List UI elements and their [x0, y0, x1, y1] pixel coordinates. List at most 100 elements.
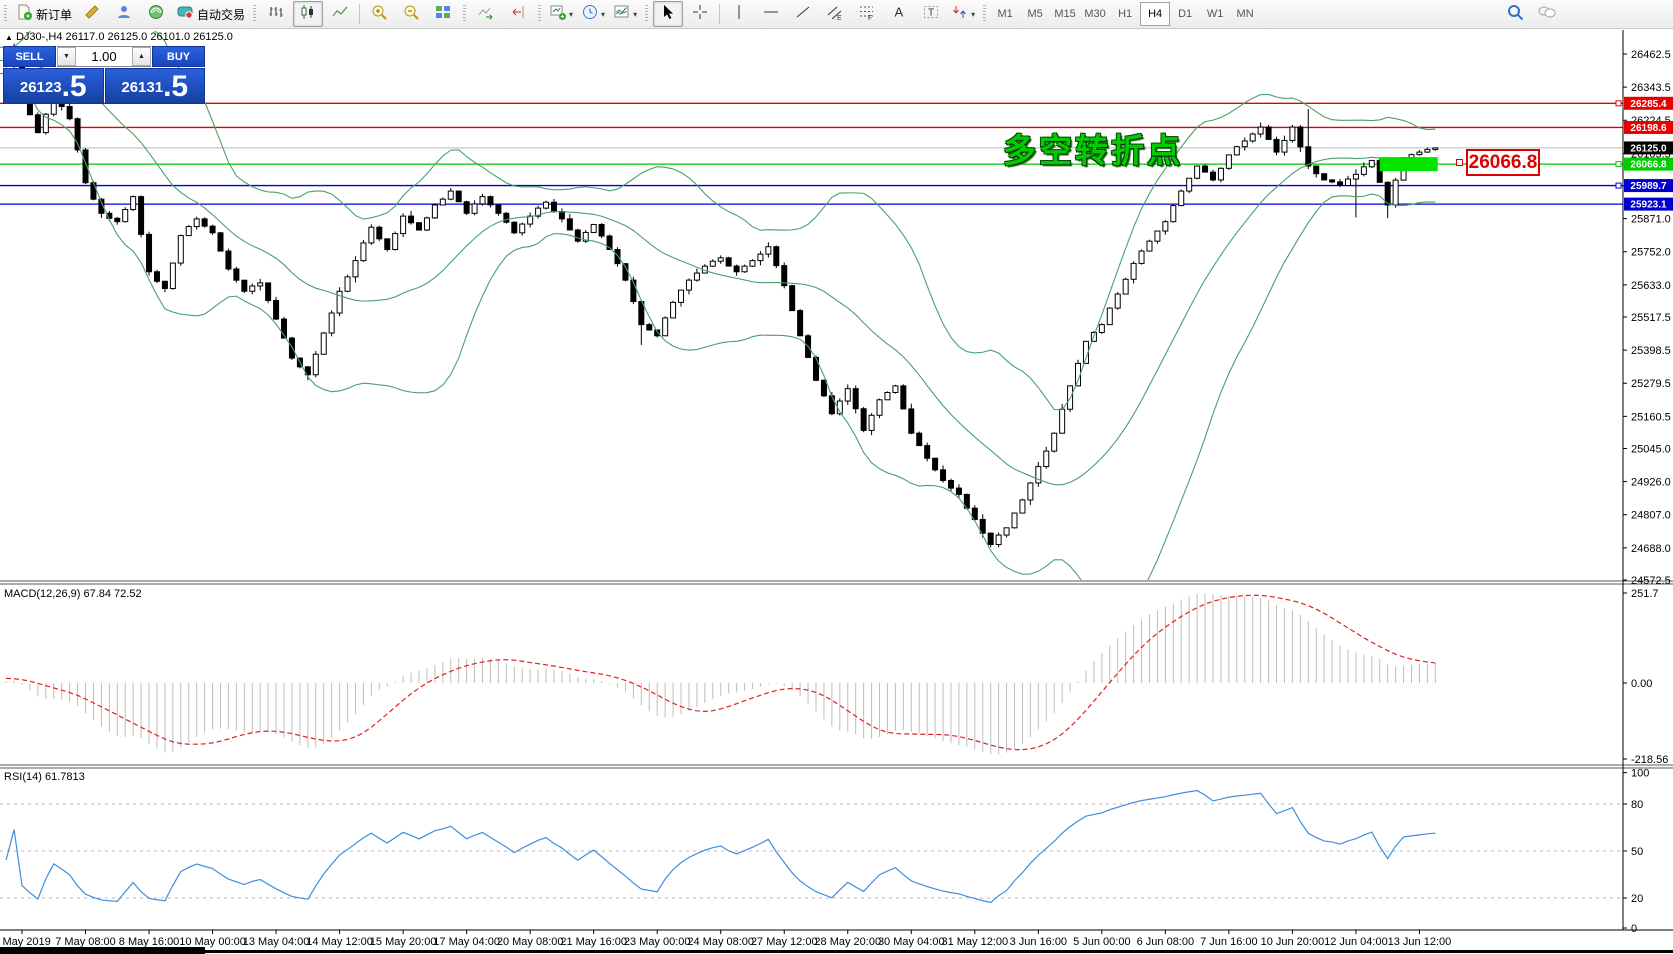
zoom-in-button[interactable] — [364, 1, 394, 27]
community-icon — [115, 3, 133, 26]
bottom-edge-chip — [0, 947, 205, 954]
svg-text:E: E — [837, 15, 842, 21]
svg-text:26343.5: 26343.5 — [1631, 82, 1671, 94]
fibonacci-icon: F — [858, 3, 876, 26]
svg-text:31 May 12:00: 31 May 12:00 — [941, 936, 1008, 948]
price-callout-anchor[interactable] — [1456, 159, 1463, 166]
arrows-dropdown[interactable]: ▾ — [948, 1, 978, 27]
indicators-dropdown[interactable]: ▾ — [610, 1, 640, 27]
svg-text:21 May 16:00: 21 May 16:00 — [560, 936, 627, 948]
toolbar-grip[interactable] — [4, 5, 7, 23]
svg-text:A: A — [895, 4, 904, 19]
chat-icon — [1537, 3, 1557, 26]
turning-point-annotation[interactable]: 多空转折点 — [1003, 124, 1183, 172]
community-button[interactable] — [109, 1, 139, 27]
svg-text:F: F — [868, 15, 872, 21]
search-button[interactable] — [1500, 1, 1530, 27]
volume-increase-button[interactable]: ▲ — [132, 47, 151, 66]
text-icon: A — [890, 3, 908, 26]
arrows-icon — [951, 3, 969, 26]
cursor-tool-button[interactable] — [653, 1, 683, 27]
sell-button[interactable]: SELL — [3, 46, 56, 67]
new-order-button[interactable]: 新订单 — [12, 1, 75, 27]
svg-text:26198.6: 26198.6 — [1630, 123, 1667, 134]
channel-icon: E — [826, 3, 844, 26]
period-dropdown[interactable]: ▾ — [578, 1, 608, 27]
zoom-out-button[interactable] — [396, 1, 426, 27]
svg-text:24926.0: 24926.0 — [1631, 477, 1671, 489]
alerts-icon — [83, 3, 101, 26]
chart-shift-button[interactable] — [503, 1, 533, 27]
one-click-trading-panel: SELL ▼ ▲ BUY 26123 .5 26131 .5 — [3, 46, 205, 104]
macd-indicator-label: MACD(12,26,9) 67.84 72.52 — [4, 588, 142, 600]
svg-text:24807.0: 24807.0 — [1631, 510, 1671, 522]
line-chart-button[interactable] — [325, 1, 355, 27]
svg-text:6 Jun 08:00: 6 Jun 08:00 — [1137, 936, 1195, 948]
trendline-tool[interactable] — [788, 1, 818, 27]
auto-trading-button[interactable]: 自动交易 — [173, 1, 248, 27]
symbol-ohlc-values: 26117.0 26125.0 26101.0 26125.0 — [66, 31, 233, 43]
volume-decrease-button[interactable]: ▼ — [57, 47, 76, 66]
svg-text:17 May 04:00: 17 May 04:00 — [433, 936, 500, 948]
svg-text:12 Jun 04:00: 12 Jun 04:00 — [1324, 936, 1388, 948]
rsi-indicator-label: RSI(14) 61.7813 — [4, 771, 85, 783]
main-toolbar: 新订单 自动交易 ▾ ▾ ▾ E F A T — [0, 0, 1673, 29]
channel-tool[interactable]: E — [820, 1, 850, 27]
fibonacci-tool[interactable]: F — [852, 1, 882, 27]
alerts-button[interactable] — [77, 1, 107, 27]
auto-scroll-button[interactable] — [471, 1, 501, 27]
symbol-ohlc-header: ▲ DJ30-,H4 26117.0 26125.0 26101.0 26125… — [5, 31, 233, 43]
new-chart-dropdown[interactable]: ▾ — [546, 1, 576, 27]
toolbar-grip[interactable] — [463, 5, 466, 23]
chart-canvas[interactable]: 26462.526343.526224.526105.525988.025871… — [0, 0, 1673, 954]
toolbar-grip[interactable] — [645, 5, 648, 23]
vertical-line-tool[interactable] — [724, 1, 754, 27]
new-chart-icon — [549, 3, 567, 26]
timeframe-button-m5[interactable]: M5 — [1020, 2, 1050, 26]
green-highlight-zone[interactable] — [1380, 157, 1438, 171]
toolbar-grip[interactable] — [983, 5, 986, 23]
toolbar-grip[interactable] — [538, 5, 541, 23]
volume-input[interactable] — [76, 47, 132, 66]
chevron-down-icon: ▾ — [971, 10, 975, 19]
svg-text:25517.5: 25517.5 — [1631, 312, 1671, 324]
timeframe-button-h4[interactable]: H4 — [1140, 2, 1170, 26]
symbol-marker-icon: ▲ — [5, 33, 13, 42]
chevron-down-icon: ▾ — [601, 10, 605, 19]
timeframe-button-mn[interactable]: MN — [1230, 2, 1260, 26]
svg-text:100: 100 — [1631, 768, 1649, 780]
chat-button[interactable] — [1532, 1, 1562, 27]
svg-text:26462.5: 26462.5 — [1631, 49, 1671, 61]
sell-price-display[interactable]: 26123 .5 — [3, 68, 104, 104]
buy-button[interactable]: BUY — [152, 46, 205, 67]
search-icon — [1506, 3, 1524, 26]
toolbar-grip[interactable] — [253, 5, 256, 23]
vertical-line-icon — [730, 3, 748, 26]
price-callout-label[interactable]: 26066.8 — [1466, 149, 1540, 176]
zoom-out-icon — [402, 3, 420, 26]
tile-windows-icon — [434, 3, 452, 26]
timeframe-button-d1[interactable]: D1 — [1170, 2, 1200, 26]
timeframe-button-m1[interactable]: M1 — [990, 2, 1020, 26]
symbol-name: DJ30-,H4 — [16, 31, 62, 43]
svg-text:T: T — [928, 7, 934, 18]
svg-text:26125.0: 26125.0 — [1630, 143, 1667, 154]
timeframe-button-m30[interactable]: M30 — [1080, 2, 1110, 26]
candlestick-chart-button[interactable] — [293, 1, 323, 27]
text-label-tool[interactable]: T — [916, 1, 946, 27]
timeframe-button-m15[interactable]: M15 — [1050, 2, 1080, 26]
svg-text:25923.1: 25923.1 — [1630, 200, 1667, 211]
svg-text:23 May 00:00: 23 May 00:00 — [624, 936, 691, 948]
buy-price-display[interactable]: 26131 .5 — [105, 68, 206, 104]
bar-chart-button[interactable] — [261, 1, 291, 27]
timeframe-button-h1[interactable]: H1 — [1110, 2, 1140, 26]
svg-text:27 May 12:00: 27 May 12:00 — [751, 936, 818, 948]
horizontal-line-tool[interactable] — [756, 1, 786, 27]
svg-text:20 May 08:00: 20 May 08:00 — [497, 936, 564, 948]
timeframe-button-w1[interactable]: W1 — [1200, 2, 1230, 26]
tile-windows-button[interactable] — [428, 1, 458, 27]
crosshair-tool-button[interactable] — [685, 1, 715, 27]
text-tool[interactable]: A — [884, 1, 914, 27]
signals-button[interactable] — [141, 1, 171, 27]
svg-text:24572.5: 24572.5 — [1631, 575, 1671, 587]
